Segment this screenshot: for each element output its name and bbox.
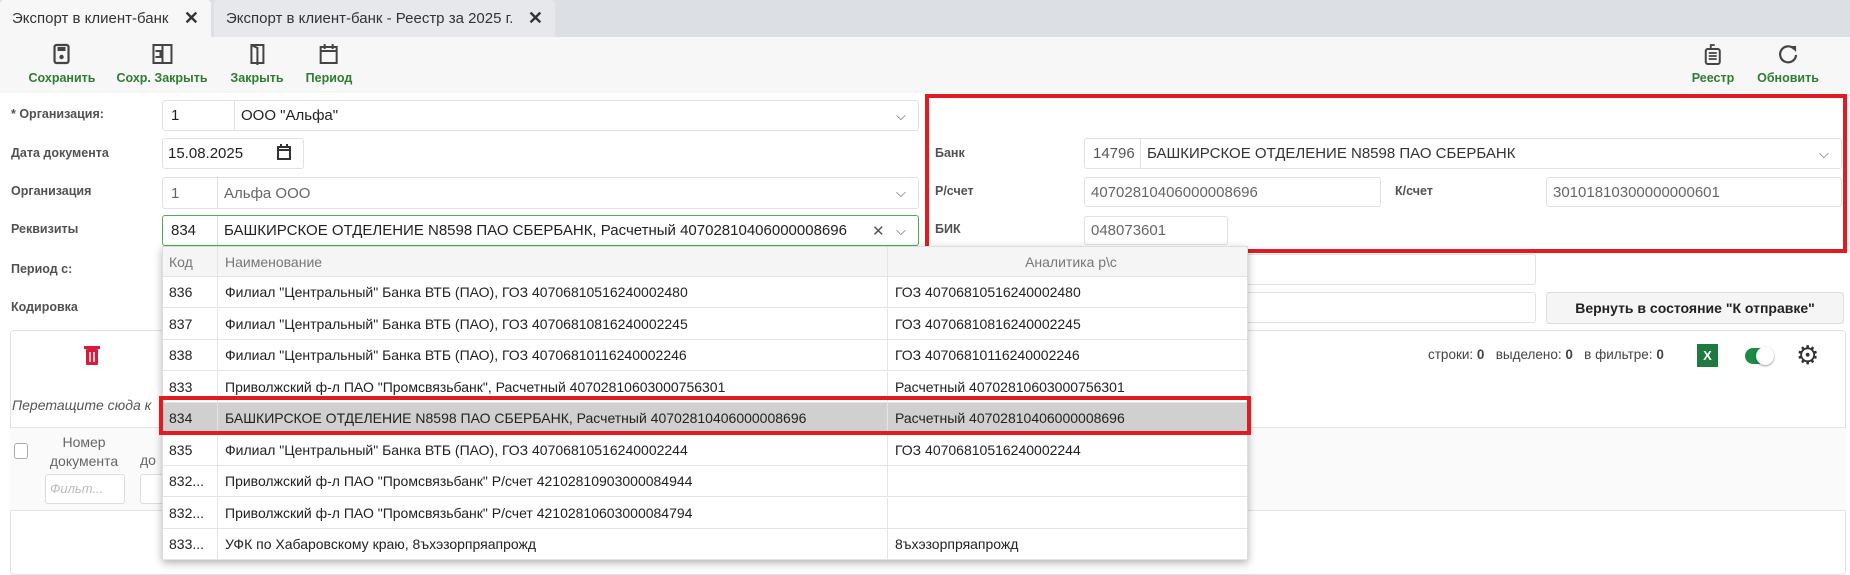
org2-label: Организация: [11, 184, 92, 198]
org2-code: 1: [163, 178, 218, 208]
toolbar: Сохранить Сохр. Закрыть Закрыть Период Р…: [0, 37, 1850, 93]
registry-button[interactable]: Реестр: [1692, 43, 1734, 85]
dropdown-row[interactable]: 837 Филиал "Центральный" Банка ВТБ (ПАО),…: [163, 308, 1247, 340]
dropdown-row[interactable]: 835 Филиал "Центральный" Банка ВТБ (ПАО),…: [163, 434, 1247, 466]
grid-stats: строки: 0 выделено: 0 в фильтре: 0: [1428, 347, 1664, 362]
org-code: 1: [163, 101, 235, 130]
revert-status-button[interactable]: Вернуть в состояние "К отправке": [1546, 292, 1844, 324]
row-name: Филиал "Центральный" Банка ВТБ (ПАО), ГО…: [219, 308, 888, 340]
header-name: Наименование: [219, 247, 888, 278]
requisites-label: Реквизиты: [11, 222, 79, 236]
save-close-icon: [151, 44, 172, 64]
row-code: 836: [163, 277, 218, 308]
row-analytics: [889, 466, 1247, 497]
excel-export-icon[interactable]: X: [1697, 344, 1718, 367]
filter-input[interactable]: Фильт...: [45, 474, 125, 504]
bank-details-highlight: [925, 94, 1847, 253]
dropdown-row[interactable]: 833... УФК по Хабаровскому краю, 8ъхэзорп…: [163, 529, 1247, 560]
dropdown-row[interactable]: 832... Приволжский ф-л ПАО "Промсвязьбанк…: [163, 466, 1247, 497]
row-analytics: ГОЗ 40706810116240002246: [895, 347, 1080, 363]
refresh-icon: [1778, 45, 1798, 64]
row-analytics: 8ъхэзорпряапрожд: [895, 536, 1019, 552]
tab-label: Экспорт в клиент-банк: [12, 10, 169, 27]
row-name: Филиал "Центральный" Банка ВТБ (ПАО), ГО…: [219, 277, 888, 308]
org2-name: Альфа ООО: [224, 184, 311, 202]
bank-label: Банк: [935, 146, 965, 160]
calendar-icon[interactable]: [277, 143, 303, 164]
chevron-down-icon[interactable]: ⌵: [896, 185, 918, 201]
tab-export-registry[interactable]: Экспорт в клиент-банк - Реестр за 2025 г…: [214, 0, 555, 37]
save-button[interactable]: Сохранить: [29, 43, 95, 85]
bank-select[interactable]: 14796 БАШКИРСКОЕ ОТДЕЛЕНИЕ N8598 ПАО СБЕР…: [1084, 138, 1842, 169]
save-icon: [53, 43, 71, 65]
row-code: 832...: [163, 466, 218, 497]
date-value: 15.08.2025: [168, 145, 244, 162]
row-code: 838: [163, 340, 218, 371]
rs-input[interactable]: 40702810406000008696: [1084, 177, 1381, 207]
rs-label: Р/счет: [935, 184, 974, 198]
encoding-input[interactable]: [1240, 292, 1536, 323]
dropdown-header: Код Наименование Аналитика р\с: [163, 247, 1247, 278]
period-label: Период с:: [11, 262, 73, 276]
row-code: 837: [163, 308, 218, 340]
door-icon: [250, 44, 264, 65]
date-label: Дата документа: [11, 146, 109, 160]
org-select[interactable]: 1 ООО "Альфа" ⌵: [162, 100, 919, 131]
dropdown-row[interactable]: 832... Приволжский ф-л ПАО "Промсвязьбанк…: [163, 497, 1247, 529]
select-all-checkbox[interactable]: [14, 443, 28, 459]
close-icon[interactable]: ✕: [184, 8, 199, 29]
column-header-2[interactable]: до: [140, 452, 156, 468]
dropdown-row[interactable]: 836 Филиал "Центральный" Банка ВТБ (ПАО),…: [163, 277, 1247, 308]
bank-name: БАШКИРСКОЕ ОТДЕЛЕНИЕ N8598 ПАО СБЕРБАНК: [1147, 145, 1516, 162]
dropdown-row[interactable]: 838 Филиал "Центральный" Банка ВТБ (ПАО),…: [163, 340, 1247, 371]
toggle-switch[interactable]: [1745, 347, 1774, 365]
row-analytics: [889, 498, 1247, 529]
save-close-button[interactable]: Сохр. Закрыть: [116, 43, 208, 85]
close-icon[interactable]: ✕: [528, 8, 543, 29]
tab-export[interactable]: Экспорт в клиент-банк ✕: [0, 0, 211, 37]
bank-code: 14796: [1085, 139, 1141, 168]
delete-icon[interactable]: [84, 344, 100, 369]
period-input[interactable]: [1240, 254, 1536, 285]
row-analytics: ГОЗ 40706810516240002244: [895, 441, 1081, 458]
chevron-down-icon[interactable]: ⌵: [1819, 146, 1841, 162]
row-name: Приволжский ф-л ПАО "Промсвязьбанк" Р/сч…: [219, 497, 888, 529]
chevron-down-icon[interactable]: ⌵: [896, 223, 918, 239]
header-analytics: Аналитика р\с: [1025, 254, 1117, 270]
clear-icon[interactable]: ✕: [872, 222, 896, 240]
registry-icon: [1704, 44, 1721, 65]
org2-select[interactable]: 1 Альфа ООО ⌵: [162, 177, 919, 209]
row-name: Филиал "Центральный" Банка ВТБ (ПАО), ГО…: [219, 434, 888, 466]
org-name: ООО "Альфа": [241, 107, 339, 124]
row-code: 832...: [163, 497, 218, 529]
bik-label: БИК: [935, 222, 961, 236]
ks-label: К/счет: [1395, 184, 1433, 198]
header-code: Код: [163, 247, 218, 278]
bik-input[interactable]: 048073601: [1084, 216, 1228, 245]
gear-icon[interactable]: ⚙: [1796, 342, 1819, 368]
requisites-select[interactable]: 834 БАШКИРСКОЕ ОТДЕЛЕНИЕ N8598 ПАО СБЕРБА…: [162, 215, 919, 246]
refresh-button[interactable]: Обновить: [1757, 43, 1819, 85]
date-input[interactable]: 15.08.2025: [162, 138, 304, 169]
column-header-number[interactable]: Номер документа: [45, 433, 123, 471]
encoding-label: Кодировка: [11, 300, 78, 314]
tab-label: Экспорт в клиент-банк - Реестр за 2025 г…: [226, 10, 514, 27]
calendar-icon: [319, 44, 338, 64]
selected-row-highlight: [159, 396, 1251, 435]
row-analytics: ГОЗ 40706810816240002245: [895, 315, 1081, 332]
row-name: УФК по Хабаровскому краю, 8ъхэзорпряапро…: [219, 529, 888, 560]
requisites-value[interactable]: БАШКИРСКОЕ ОТДЕЛЕНИЕ N8598 ПАО СБЕРБАНК,…: [218, 222, 872, 239]
row-code: 835: [163, 434, 218, 466]
chevron-down-icon[interactable]: ⌵: [896, 108, 918, 124]
row-analytics: ГОЗ 40706810516240002480: [895, 284, 1081, 300]
org-label: * Организация:: [11, 107, 104, 121]
row-name: Филиал "Центральный" Банка ВТБ (ПАО), ГО…: [219, 340, 888, 371]
requisites-code: 834: [163, 216, 218, 245]
row-code: 833...: [163, 529, 218, 560]
period-button[interactable]: Период: [306, 43, 352, 85]
row-name: Приволжский ф-л ПАО "Промсвязьбанк" Р/сч…: [219, 466, 888, 497]
ks-input[interactable]: 30101810300000000601: [1546, 177, 1842, 207]
close-button[interactable]: Закрыть: [230, 43, 284, 85]
group-drag-hint: Перетащите сюда к: [12, 397, 152, 413]
